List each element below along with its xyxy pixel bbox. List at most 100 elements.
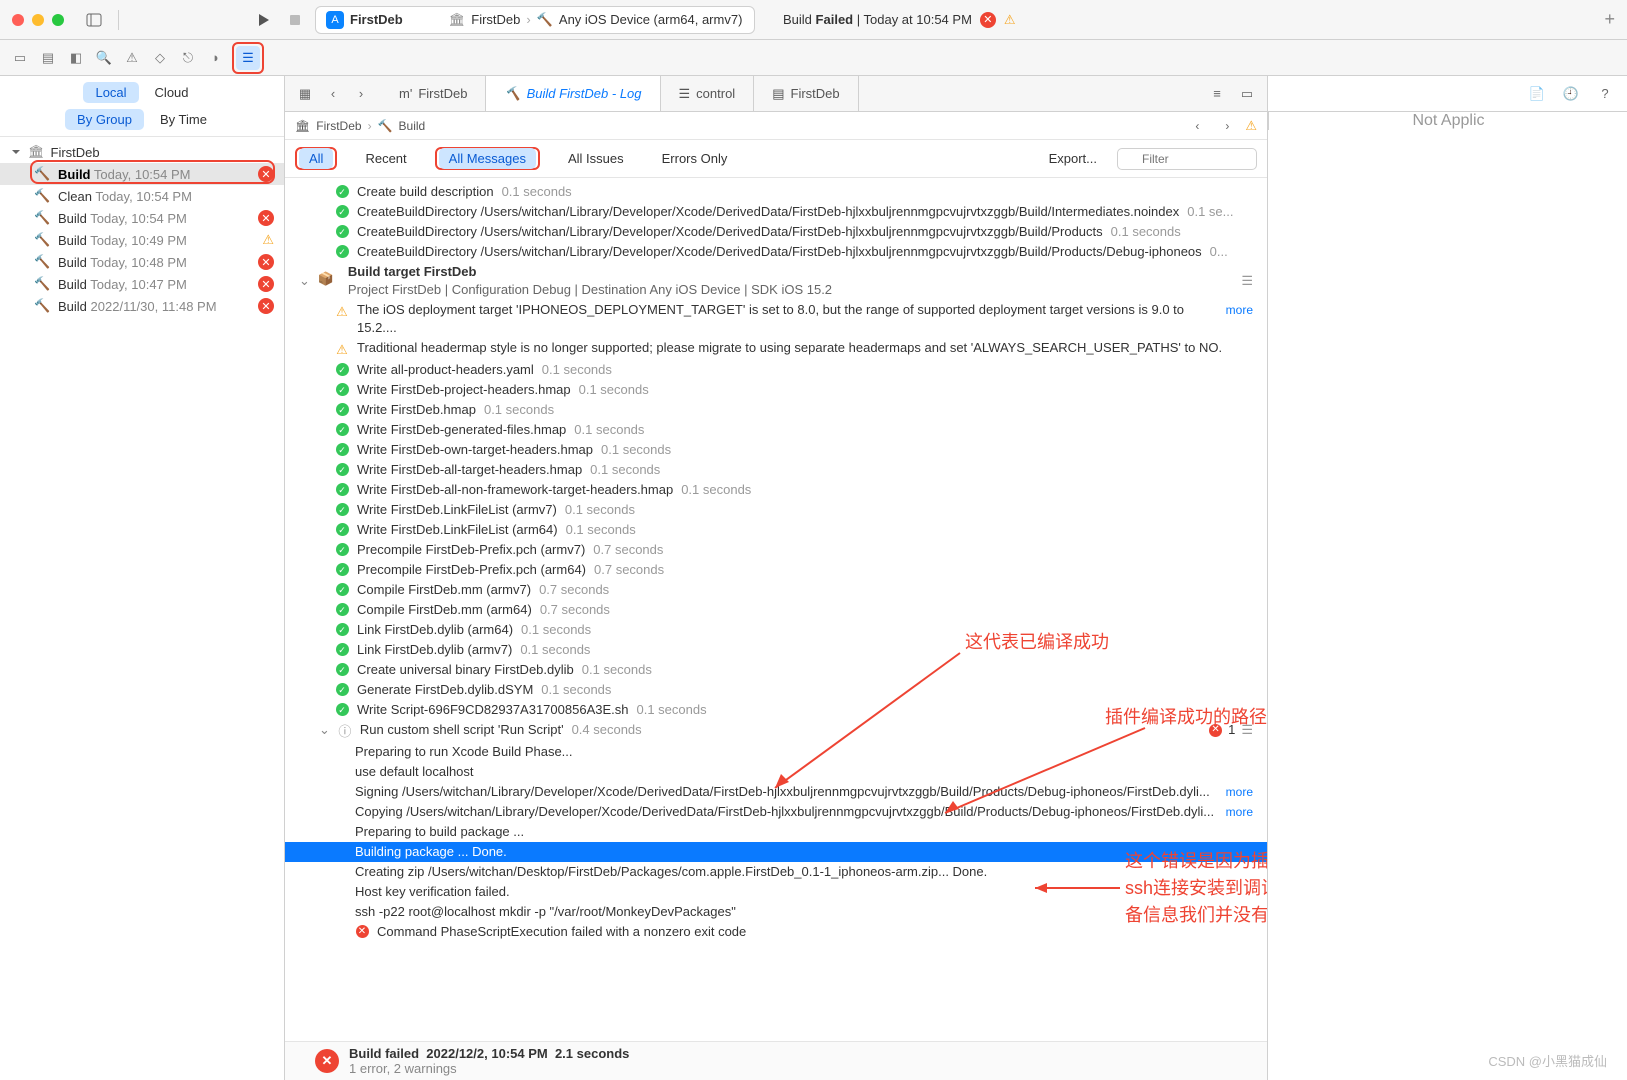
- editor-options-icon[interactable]: ≡: [1205, 82, 1229, 106]
- symbol-nav-icon[interactable]: ◧: [64, 46, 88, 70]
- list-icon[interactable]: ☰: [1241, 272, 1253, 290]
- filter-recent[interactable]: Recent: [355, 148, 416, 169]
- success-icon: ✓: [336, 383, 349, 396]
- script-output-line[interactable]: use default localhost: [285, 762, 1267, 782]
- log-row[interactable]: ✓Compile FirstDeb.mm (arm64) 0.7 seconds: [285, 600, 1267, 620]
- log-row[interactable]: ✓CreateBuildDirectory /Users/witchan/Lib…: [285, 222, 1267, 242]
- script-output-line[interactable]: Preparing to run Xcode Build Phase...: [285, 742, 1267, 762]
- log-row[interactable]: ✓Write FirstDeb-project-headers.hmap 0.1…: [285, 380, 1267, 400]
- build-history-row[interactable]: 🔨Clean Today, 10:54 PM: [0, 185, 284, 207]
- tab-build-log[interactable]: 🔨Build FirstDeb - Log: [486, 76, 660, 111]
- jump-warning-icon[interactable]: ⚠: [1245, 118, 1257, 134]
- scheme-selector[interactable]: A FirstDeb 🏛 FirstDeb › 🔨 Any iOS Device…: [315, 6, 755, 34]
- script-output-line[interactable]: Creating zip /Users/witchan/Desktop/Firs…: [285, 862, 1267, 882]
- log-row[interactable]: ✓Write FirstDeb.LinkFileList (arm64) 0.1…: [285, 520, 1267, 540]
- scheme-target: FirstDeb: [471, 12, 520, 27]
- log-row[interactable]: ✓Write FirstDeb-all-non-framework-target…: [285, 480, 1267, 500]
- tab-firstdeb-2[interactable]: ▤FirstDeb: [754, 76, 858, 111]
- more-link[interactable]: more: [1226, 301, 1253, 319]
- more-link[interactable]: more: [1226, 803, 1253, 821]
- script-output-line[interactable]: Building package ... Done.: [285, 842, 1267, 862]
- next-issue-icon[interactable]: ›: [1215, 114, 1239, 138]
- build-history-row[interactable]: 🔨Build Today, 10:47 PM✕: [0, 273, 284, 295]
- tab-firstdeb-1[interactable]: m'FirstDeb: [381, 76, 486, 111]
- log-row[interactable]: ✓Write all-product-headers.yaml 0.1 seco…: [285, 360, 1267, 380]
- filter-local[interactable]: Local: [83, 82, 138, 103]
- log-row[interactable]: ✓CreateBuildDirectory /Users/witchan/Lib…: [285, 202, 1267, 222]
- log-row[interactable]: ✓Write FirstDeb-own-target-headers.hmap …: [285, 440, 1267, 460]
- log-row[interactable]: ✓CreateBuildDirectory /Users/witchan/Lib…: [285, 242, 1267, 262]
- related-items-icon[interactable]: ▦: [293, 82, 317, 106]
- log-row[interactable]: ✓Link FirstDeb.dylib (arm64) 0.1 seconds: [285, 620, 1267, 640]
- filter-cloud[interactable]: Cloud: [143, 82, 201, 103]
- issue-nav-icon[interactable]: ⚠: [120, 46, 144, 70]
- log-row[interactable]: ✓Compile FirstDeb.mm (armv7) 0.7 seconds: [285, 580, 1267, 600]
- script-output-line[interactable]: Host key verification failed.: [285, 882, 1267, 902]
- filter-all-issues[interactable]: All Issues: [558, 148, 634, 169]
- debug-nav-icon[interactable]: ⎋: [176, 46, 200, 70]
- error-icon: ✕: [258, 254, 274, 270]
- script-header[interactable]: ⌄ ⓘ Run custom shell script 'Run Script'…: [285, 720, 1267, 742]
- breadcrumb[interactable]: 🏛FirstDeb › 🔨Build ‹ › ⚠: [285, 112, 1267, 140]
- success-icon: ✓: [336, 703, 349, 716]
- script-output-line[interactable]: Preparing to build package ...: [285, 822, 1267, 842]
- log-row[interactable]: ✓Write FirstDeb-generated-files.hmap 0.1…: [285, 420, 1267, 440]
- stop-icon[interactable]: [283, 8, 307, 32]
- list-icon[interactable]: ☰: [1241, 721, 1253, 739]
- script-output-line[interactable]: Signing /Users/witchan/Library/Developer…: [285, 782, 1267, 802]
- zoom-window-icon[interactable]: [52, 14, 64, 26]
- file-inspector-icon[interactable]: 📄: [1525, 82, 1549, 106]
- log-row[interactable]: ✓Write FirstDeb.hmap 0.1 seconds: [285, 400, 1267, 420]
- back-icon[interactable]: ‹: [321, 82, 345, 106]
- log-row[interactable]: ✓Create build description 0.1 seconds: [285, 182, 1267, 202]
- script-output-line[interactable]: ssh -p22 root@localhost mkdir -p "/var/r…: [285, 902, 1267, 922]
- build-history-row[interactable]: 🔨Build Today, 10:49 PM⚠: [0, 229, 284, 251]
- find-nav-icon[interactable]: 🔍: [92, 46, 116, 70]
- build-history-row[interactable]: 🔨Build 2022/11/30, 11:48 PM✕: [0, 295, 284, 317]
- history-inspector-icon[interactable]: 🕘: [1559, 82, 1583, 106]
- log-row[interactable]: ✓Write Script-696F9CD82937A31700856A3E.s…: [285, 700, 1267, 720]
- filter-bygroup[interactable]: By Group: [65, 109, 144, 130]
- test-nav-icon[interactable]: ◇: [148, 46, 172, 70]
- log-row[interactable]: ⚠The iOS deployment target 'IPHONEOS_DEP…: [285, 300, 1267, 338]
- editor-layout-icon[interactable]: ▭: [1235, 82, 1259, 106]
- add-tab-button[interactable]: +: [1604, 9, 1615, 30]
- script-error-line[interactable]: ✕Command PhaseScriptExecution failed wit…: [285, 922, 1267, 942]
- run-icon[interactable]: [251, 8, 275, 32]
- log-row[interactable]: ✓Create universal binary FirstDeb.dylib …: [285, 660, 1267, 680]
- log-row[interactable]: ⚠Traditional headermap style is no longe…: [285, 338, 1267, 360]
- warning-badge-icon[interactable]: ⚠: [1004, 12, 1020, 28]
- log-row[interactable]: ✓Generate FirstDeb.dylib.dSYM 0.1 second…: [285, 680, 1267, 700]
- export-button[interactable]: Export...: [1039, 148, 1107, 169]
- filter-all-messages[interactable]: All Messages: [439, 148, 536, 169]
- error-badge-icon[interactable]: ✕: [980, 12, 996, 28]
- error-icon: ✕: [356, 925, 369, 938]
- log-row[interactable]: ✓Write FirstDeb-all-target-headers.hmap …: [285, 460, 1267, 480]
- help-inspector-icon[interactable]: ?: [1593, 82, 1617, 106]
- build-history-row[interactable]: 🔨Build Today, 10:54 PM✕: [0, 163, 284, 185]
- more-link[interactable]: more: [1226, 783, 1253, 801]
- report-nav-icon[interactable]: ☰: [236, 46, 260, 70]
- log-row[interactable]: ✓Link FirstDeb.dylib (armv7) 0.1 seconds: [285, 640, 1267, 660]
- log-row[interactable]: ✓Write FirstDeb.LinkFileList (armv7) 0.1…: [285, 500, 1267, 520]
- filter-bytime[interactable]: By Time: [148, 109, 219, 130]
- folder-nav-icon[interactable]: ▭: [8, 46, 32, 70]
- filter-all[interactable]: All: [299, 148, 333, 169]
- build-history-row[interactable]: 🔨Build Today, 10:54 PM✕: [0, 207, 284, 229]
- close-window-icon[interactable]: [12, 14, 24, 26]
- script-output-line[interactable]: Copying /Users/witchan/Library/Developer…: [285, 802, 1267, 822]
- log-row[interactable]: ✓Precompile FirstDeb-Prefix.pch (armv7) …: [285, 540, 1267, 560]
- minimize-window-icon[interactable]: [32, 14, 44, 26]
- breakpoint-nav-icon[interactable]: ◗: [204, 46, 228, 70]
- project-row[interactable]: 🏛 FirstDeb: [0, 141, 284, 163]
- tab-control[interactable]: ☰control: [661, 76, 755, 111]
- source-control-nav-icon[interactable]: ▤: [36, 46, 60, 70]
- log-row[interactable]: ✓Precompile FirstDeb-Prefix.pch (arm64) …: [285, 560, 1267, 580]
- prev-issue-icon[interactable]: ‹: [1185, 114, 1209, 138]
- forward-icon[interactable]: ›: [349, 82, 373, 106]
- sidebar-toggle-icon[interactable]: [82, 8, 106, 32]
- target-header[interactable]: ⌄ 📦 Build target FirstDeb Project FirstD…: [285, 262, 1267, 300]
- filter-errors-only[interactable]: Errors Only: [652, 148, 738, 169]
- filter-input[interactable]: [1117, 148, 1257, 170]
- build-history-row[interactable]: 🔨Build Today, 10:48 PM✕: [0, 251, 284, 273]
